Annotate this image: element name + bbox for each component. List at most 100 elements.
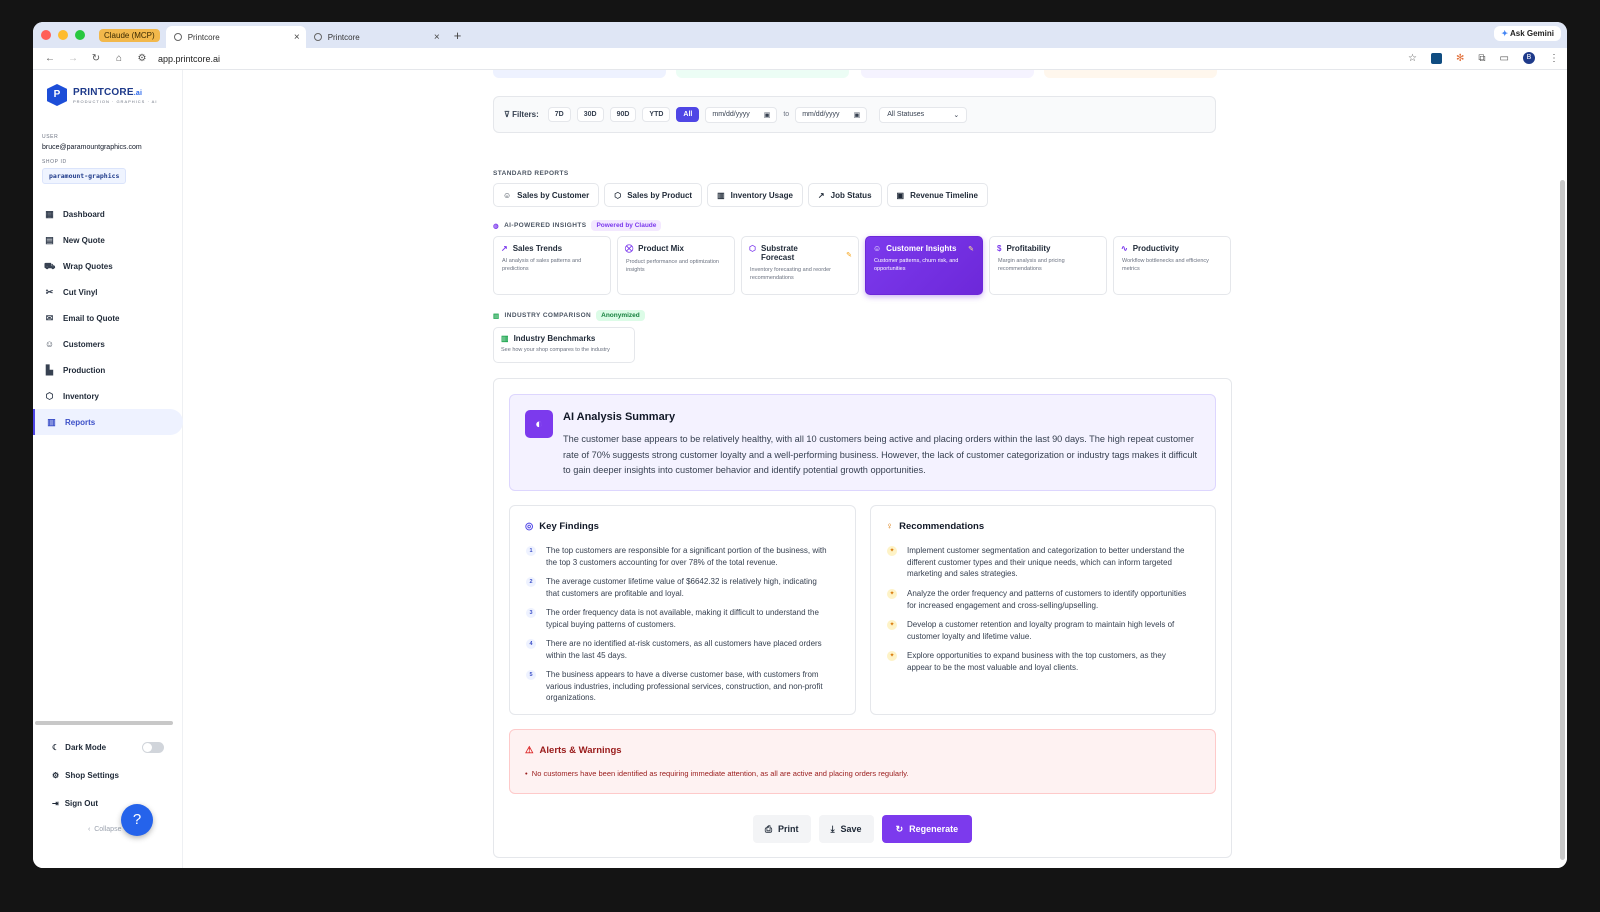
ask-gemini-button[interactable]: ✦ Ask Gemini — [1494, 26, 1561, 41]
minimize-window-button[interactable] — [58, 30, 68, 40]
dark-mode-toggle[interactable] — [142, 742, 164, 753]
globe-icon — [173, 33, 182, 41]
stat-card-partial — [861, 70, 1034, 78]
card-desc: AI analysis of sales patterns and predic… — [502, 258, 582, 272]
maximize-window-button[interactable] — [75, 30, 85, 40]
close-tab-icon[interactable]: × — [294, 32, 300, 43]
sidebar-item-inventory[interactable]: ⬡ Inventory — [33, 383, 183, 409]
sign-out-link[interactable]: ⇥ Sign Out — [52, 799, 98, 808]
grid-icon: ▦ — [45, 208, 54, 219]
card-title: Substrate Forecast — [760, 244, 798, 262]
back-icon[interactable]: ← — [44, 53, 56, 64]
finding-number: 3 — [526, 608, 536, 618]
logo[interactable]: P PRINTCORE.ai PRODUCTION · GRAPHICS · A… — [47, 84, 157, 106]
date-from-input[interactable]: mm/dd/yyyy ▣ — [705, 106, 778, 123]
sidebar-item-label: Email to Quote — [63, 313, 120, 323]
report-actions: ⎙ Print ⤓ Save ↻ Regenerate — [494, 815, 1231, 843]
shop-settings-link[interactable]: ⚙ Shop Settings — [52, 771, 119, 780]
extension-icon[interactable] — [1431, 52, 1443, 64]
finding-item: 3 The order frequency data is not availab… — [526, 607, 831, 630]
refresh-icon: ↻ — [895, 823, 904, 834]
sidebar-item-label: Cut Vinyl — [63, 287, 98, 297]
revenue-timeline-button[interactable]: ▣ Revenue Timeline — [886, 183, 988, 207]
alert-item: • No customers have been identified as r… — [525, 769, 909, 778]
browser-tab[interactable]: Printcore × — [306, 26, 446, 48]
sales-by-customer-button[interactable]: ☺ Sales by Customer — [493, 183, 600, 207]
sales-by-product-button[interactable]: ⬡ Sales by Product — [604, 183, 703, 207]
card-title: Customer Insights — [886, 244, 957, 253]
home-icon[interactable]: ⌂ — [113, 53, 125, 64]
sales-trends-card[interactable]: ↗ Sales Trends AI analysis of sales patter… — [493, 236, 611, 295]
range-90d-button[interactable]: 90D — [609, 107, 637, 122]
dark-mode-label: Dark Mode — [65, 743, 107, 752]
new-tab-icon[interactable]: + — [454, 28, 462, 43]
collapse-sidebar-button[interactable]: ‹ Collapse — [88, 826, 121, 833]
car-icon: ⛟ — [44, 260, 56, 271]
profile-avatar[interactable]: B — [1523, 52, 1535, 64]
sidebar-item-customers[interactable]: ☺ Customers — [33, 331, 183, 357]
calendar-icon: ▣ — [853, 111, 861, 119]
report-label: Sales by Product — [627, 190, 693, 200]
sidepanel-icon[interactable]: ▭ — [1500, 53, 1509, 64]
browser-window: Claude (MCP) Printcore × Printcore × + ✦… — [33, 22, 1567, 868]
shop-settings-label: Shop Settings — [65, 771, 119, 780]
finding-text: The order frequency data is not availabl… — [546, 608, 819, 629]
substrate-forecast-card[interactable]: ⬡ Substrate Forecast ✎ Inventory forecastin… — [741, 236, 859, 295]
date-to-input[interactable]: mm/dd/yyyy ▣ — [795, 106, 868, 123]
close-tab-icon[interactable]: × — [434, 32, 440, 43]
range-30d-button[interactable]: 30D — [576, 107, 604, 122]
inventory-usage-button[interactable]: ▥ Inventory Usage — [707, 183, 803, 207]
print-button[interactable]: ⎙ Print — [752, 815, 811, 843]
card-title: Profitability — [1006, 244, 1051, 253]
profitability-card[interactable]: $ Profitability Margin analysis and pricin… — [989, 236, 1107, 295]
browser-tab-active[interactable]: Printcore × — [165, 26, 306, 48]
recommendation-item: ✦ Implement customer segmentation and cat… — [887, 545, 1192, 580]
address-bar: ← → ↻ ⌂ ⚙ app.printcore.ai ☆ ✻ ⧉ ▭ B ⋮ — [33, 48, 1567, 70]
page-scrollbar[interactable] — [1560, 180, 1565, 860]
forward-icon[interactable]: → — [67, 53, 79, 64]
help-icon[interactable]: ? — [121, 804, 153, 836]
claude-extension-icon[interactable]: ✻ — [1456, 53, 1464, 64]
sidebar-item-dashboard[interactable]: ▦ Dashboard — [33, 201, 183, 227]
key-findings-box: ◎ Key Findings 1 The top customers are res… — [509, 505, 856, 715]
bookmark-star-icon[interactable]: ☆ — [1408, 53, 1417, 64]
sidebar-scrollbar[interactable] — [35, 721, 173, 725]
job-status-button[interactable]: ↗ Job Status — [807, 183, 882, 207]
window-controls — [41, 30, 85, 40]
puzzle-icon[interactable]: ⧉ — [1478, 53, 1485, 64]
customer-insights-card[interactable]: ☺ Customer Insights ✎ Customer patterns, ch… — [865, 236, 983, 295]
range-ytd-button[interactable]: YTD — [642, 107, 671, 122]
close-window-button[interactable] — [41, 30, 51, 40]
recommendations-title-text: Recommendations — [899, 521, 985, 532]
sidebar-item-email-to-quote[interactable]: ✉ Email to Quote — [33, 305, 183, 331]
card-desc: Workflow bottlenecks and efficiency metr… — [1122, 258, 1209, 272]
recommendation-text: Develop a customer retention and loyalty… — [907, 620, 1175, 641]
menu-kebab-icon[interactable]: ⋮ — [1549, 53, 1559, 64]
sidebar-item-new-quote[interactable]: ▤ New Quote — [33, 227, 183, 253]
report-label: Revenue Timeline — [910, 190, 978, 200]
site-settings-icon[interactable]: ⚙ — [136, 53, 148, 64]
reload-icon[interactable]: ↻ — [90, 53, 102, 64]
shop-id-badge: paramount-graphics — [42, 168, 127, 184]
globe-icon — [313, 33, 322, 41]
sidebar-item-label: Customers — [63, 339, 105, 349]
range-7d-button[interactable]: 7D — [547, 107, 571, 122]
productivity-card[interactable]: ∿ Productivity Workflow bottlenecks and ef… — [1113, 236, 1231, 295]
save-button[interactable]: ⤓ Save — [818, 815, 874, 843]
tab-group-label[interactable]: Claude (MCP) — [99, 28, 160, 42]
report-panel: ◐ AI Analysis Summary The customer base … — [493, 378, 1232, 858]
range-all-button[interactable]: All — [676, 107, 700, 122]
recommendation-item: ✦ Explore opportunities to expand busines… — [887, 650, 1192, 673]
regenerate-button[interactable]: ↻ Regenerate — [881, 815, 973, 843]
gear-icon: ⚙ — [52, 771, 60, 780]
industry-benchmarks-card[interactable]: ▥ Industry Benchmarks See how your shop c… — [493, 327, 635, 363]
date-to-value: mm/dd/yyyy — [802, 110, 840, 118]
sidebar-item-production[interactable]: ▙ Production — [33, 357, 183, 383]
status-select[interactable]: All Statuses ⌄ — [879, 106, 968, 123]
sidebar-item-reports[interactable]: ▥ Reports — [33, 409, 183, 435]
sidebar-item-cut-vinyl[interactable]: ✂ Cut Vinyl — [33, 279, 183, 305]
summary-title: AI Analysis Summary — [563, 411, 676, 423]
product-mix-card[interactable]: ⛒ Product Mix Product performance and opti… — [617, 236, 735, 295]
sidebar-item-wrap-quotes[interactable]: ⛟ Wrap Quotes — [33, 253, 183, 279]
url-field[interactable]: app.printcore.ai — [158, 54, 220, 64]
